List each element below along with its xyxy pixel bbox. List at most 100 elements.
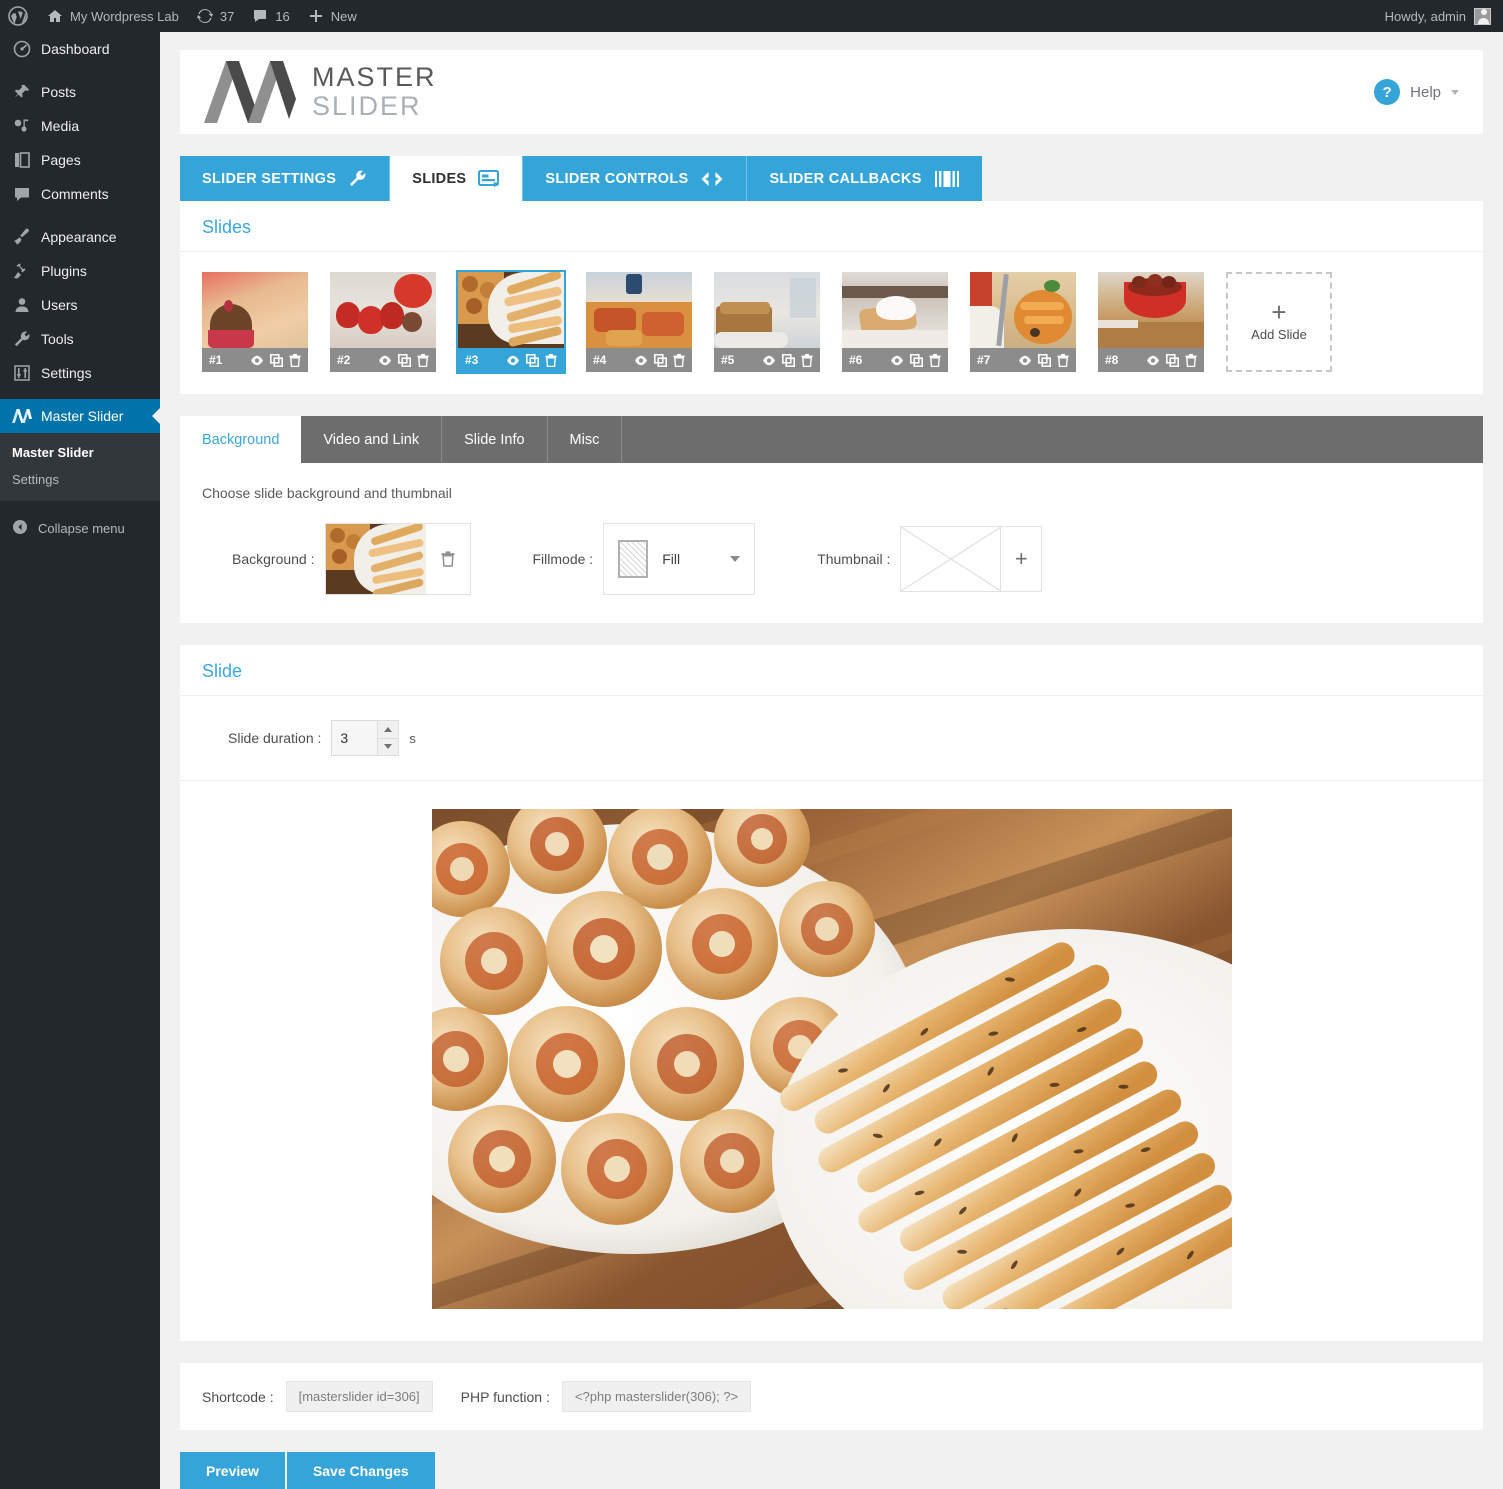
eye-icon[interactable] [890, 355, 904, 366]
duplicate-icon[interactable] [270, 353, 283, 367]
media-icon [12, 117, 32, 135]
tab-slider-controls[interactable]: SLIDER CONTROLS [523, 156, 748, 201]
thumbnail-field[interactable]: + [900, 526, 1043, 592]
slide-thumbnail-3[interactable]: #3 [456, 270, 566, 374]
sidebar-item-label: Settings [41, 365, 92, 381]
slide-thumbnail-image [842, 272, 948, 348]
sidebar-item-posts[interactable]: Posts [0, 75, 160, 109]
add-slide-button[interactable]: + Add Slide [1226, 272, 1332, 372]
shortcode-input[interactable]: [masterslider id=306] [285, 1381, 433, 1412]
comments-menu[interactable]: 16 [243, 0, 298, 32]
slide-actions [1146, 353, 1197, 367]
slide-thumbnail-1[interactable]: #1 [202, 272, 308, 372]
empty-image-icon [901, 527, 1002, 591]
slide-thumbnail-6[interactable]: #6 [842, 272, 948, 372]
duplicate-icon[interactable] [1038, 353, 1051, 367]
triangle-down-icon[interactable] [378, 737, 399, 755]
tab-slider-settings[interactable]: SLIDER SETTINGS [180, 156, 391, 201]
tab-label: SLIDES [412, 170, 467, 187]
sidebar-item-label: Comments [41, 186, 109, 202]
background-image-field[interactable] [324, 523, 471, 595]
eye-icon[interactable] [250, 355, 264, 366]
trash-icon[interactable] [801, 353, 813, 367]
eye-icon[interactable] [1146, 355, 1160, 366]
main-content: MASTER SLIDER ? Help SLIDER SETTINGS SLI… [160, 32, 1503, 1489]
plus-icon [308, 8, 324, 24]
thumbnail-add-button[interactable]: + [1001, 527, 1041, 591]
duplicate-icon[interactable] [1166, 353, 1179, 367]
subtab-misc[interactable]: Misc [548, 416, 623, 463]
tab-slider-callbacks[interactable]: SLIDER CALLBACKS [747, 156, 982, 201]
slide-thumbnail-2[interactable]: #2 [330, 272, 436, 372]
slide-duration-value[interactable]: 3 [332, 721, 377, 755]
slide-duration-stepper[interactable]: 3 [331, 720, 400, 756]
sidebar-subitem-settings[interactable]: Settings [0, 466, 160, 493]
primary-tabs: SLIDER SETTINGS SLIDES SLIDER CONTROLS S… [180, 156, 1483, 201]
trash-icon[interactable] [545, 353, 557, 367]
sidebar-item-master-slider[interactable]: Master Slider [0, 399, 160, 433]
chevron-down-icon [730, 556, 741, 562]
bars-icon [934, 170, 960, 188]
duplicate-icon[interactable] [526, 353, 539, 367]
slide-thumbnail-5[interactable]: #5 [714, 272, 820, 372]
new-content-menu[interactable]: New [299, 0, 366, 32]
background-delete-button[interactable] [425, 524, 470, 594]
sidebar-item-settings[interactable]: Settings [0, 356, 160, 390]
sidebar-item-appearance[interactable]: Appearance [0, 220, 160, 254]
subtab-background[interactable]: Background [180, 416, 302, 463]
slide-thumbnail-image [330, 272, 436, 348]
slide-preview-image [431, 809, 1232, 1309]
trash-icon[interactable] [929, 353, 941, 367]
sidebar-item-label: Pages [41, 152, 81, 168]
eye-icon[interactable] [762, 355, 776, 366]
account-menu[interactable]: Howdy, admin [1385, 7, 1503, 25]
triangle-up-icon[interactable] [378, 721, 399, 738]
php-function-input[interactable]: <?php masterslider(306); ?> [561, 1381, 752, 1412]
save-changes-button[interactable]: Save Changes [286, 1452, 435, 1489]
sidebar-item-tools[interactable]: Tools [0, 322, 160, 356]
pages-icon [12, 151, 32, 169]
sidebar-submenu: Master Slider Settings [0, 433, 160, 501]
sidebar-item-comments[interactable]: Comments [0, 177, 160, 211]
eye-icon[interactable] [378, 355, 392, 366]
site-name-menu[interactable]: My Wordpress Lab [38, 0, 188, 32]
eye-icon[interactable] [506, 355, 520, 366]
slide-thumbnail-4[interactable]: #4 [586, 272, 692, 372]
sidebar-item-users[interactable]: Users [0, 288, 160, 322]
sidebar-subitem-master-slider[interactable]: Master Slider [0, 439, 160, 466]
sidebar-item-media[interactable]: Media [0, 109, 160, 143]
eye-icon[interactable] [1018, 355, 1032, 366]
background-control: Background : [232, 523, 471, 595]
updates-menu[interactable]: 37 [188, 0, 243, 32]
duplicate-icon[interactable] [910, 353, 923, 367]
duplicate-icon[interactable] [782, 353, 795, 367]
subtab-slide-info[interactable]: Slide Info [442, 416, 548, 463]
tab-slides[interactable]: SLIDES [390, 156, 524, 201]
slide-action-bar: #7 [970, 348, 1076, 372]
slide-thumbnail-7[interactable]: #7 [970, 272, 1076, 372]
fillmode-select[interactable]: Fill [603, 523, 756, 595]
fillmode-swatch-icon [618, 540, 649, 578]
help-button[interactable]: ? Help [1374, 79, 1459, 105]
slide-number: #7 [977, 353, 991, 367]
trash-icon[interactable] [1057, 353, 1069, 367]
sidebar-item-plugins[interactable]: Plugins [0, 254, 160, 288]
subtab-video-and-link[interactable]: Video and Link [301, 416, 443, 463]
sidebar-item-pages[interactable]: Pages [0, 143, 160, 177]
background-label: Background : [232, 551, 315, 567]
wp-logo-menu[interactable] [0, 0, 38, 32]
preview-button[interactable]: Preview [180, 1452, 285, 1489]
trash-icon[interactable] [417, 353, 429, 367]
collapse-menu-button[interactable]: Collapse menu [0, 511, 160, 545]
trash-icon[interactable] [673, 353, 685, 367]
slide-action-bar: #4 [586, 348, 692, 372]
eye-icon[interactable] [634, 355, 648, 366]
duplicate-icon[interactable] [654, 353, 667, 367]
slide-thumbnail-8[interactable]: #8 [1098, 272, 1204, 372]
slide-actions [250, 353, 301, 367]
sidebar-item-dashboard[interactable]: Dashboard [0, 32, 160, 66]
trash-icon[interactable] [289, 353, 301, 367]
thumbnail-label: Thumbnail : [817, 551, 891, 567]
duplicate-icon[interactable] [398, 353, 411, 367]
trash-icon[interactable] [1185, 353, 1197, 367]
